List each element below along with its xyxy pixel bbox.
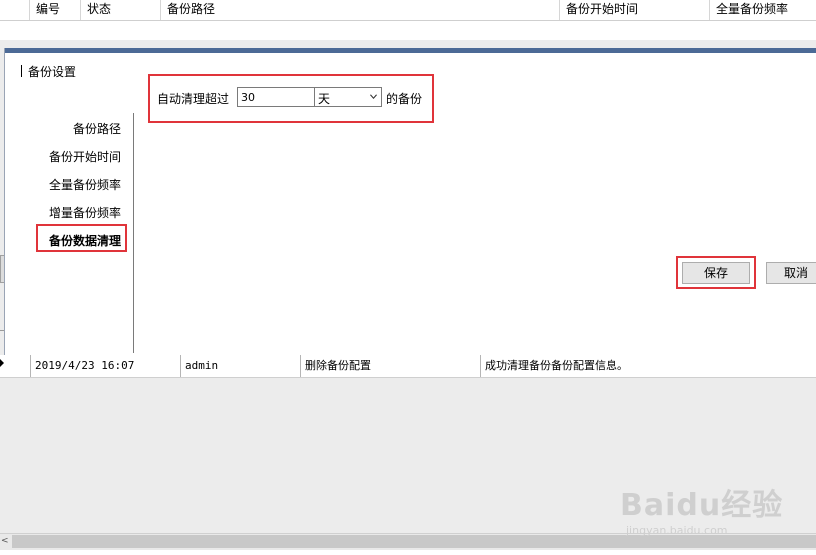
nav-selection-highlight [36,224,127,252]
nav-item-full-backup-frequency[interactable]: 全量备份频率 [5,176,121,193]
log-time-cell: 2019/4/23 16:07 [30,355,180,377]
baidu-jingyan-watermark: Baidu经验 jingyan.baidu.com [620,480,783,537]
log-action-cell: 删除备份配置 [300,355,480,377]
scroll-left-icon[interactable]: < [1,536,9,546]
column-header-full-backup-frequency[interactable]: 全量备份频率 [709,0,816,20]
dialog-title: 备份设置 [21,63,76,80]
divider [0,40,816,48]
current-row-icon [0,359,4,367]
column-header-backup-path[interactable]: 备份路径 [160,0,560,20]
table-row[interactable]: 2019/4/23 16:07 admin 删除备份配置 成功清理备份备份配置信… [0,355,816,378]
top-grid-header: 编号 状态 备份路径 备份开始时间 全量备份频率 [0,0,816,21]
cancel-button[interactable]: 取消 [766,262,816,284]
cleanup-days-input[interactable] [237,87,315,107]
nav-divider [133,113,134,353]
bottom-edge [0,550,816,555]
column-header-status[interactable]: 状态 [80,0,160,20]
watermark-logo: Baidu经验 [620,488,784,523]
dialog-title-bar [5,48,816,53]
cleanup-suffix-label: 的备份 [386,92,423,106]
cleanup-unit-value: 天 [318,92,331,106]
watermark-url: jingyan.baidu.com [626,524,728,537]
cleanup-unit-select[interactable]: 天 [315,87,382,107]
nav-item-backup-path[interactable]: 备份路径 [5,120,121,137]
nav-item-backup-start-time[interactable]: 备份开始时间 [5,148,121,165]
log-message-cell: 成功清理备份备份配置信息。 [480,355,816,377]
column-header-id[interactable]: 编号 [29,0,81,20]
column-header-backup-start-time[interactable]: 备份开始时间 [559,0,709,20]
log-user-cell: admin [180,355,300,377]
nav-item-incremental-backup-frequency[interactable]: 增量备份频率 [5,204,121,221]
title-marker [21,65,22,77]
dialog-title-text: 备份设置 [28,65,77,79]
chevron-down-icon [370,94,377,100]
save-button[interactable]: 保存 [682,262,750,284]
cleanup-prefix-label: 自动清理超过 [157,92,230,106]
